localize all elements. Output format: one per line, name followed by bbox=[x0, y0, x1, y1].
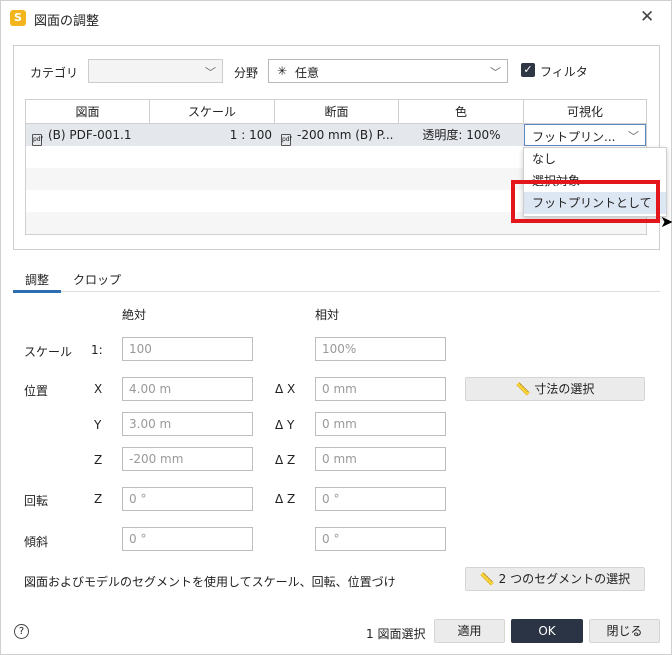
select-dimension-label: 寸法の選択 bbox=[534, 382, 595, 396]
relative-header: 相対 bbox=[315, 308, 340, 322]
dz-label: Δ Z bbox=[275, 453, 296, 467]
category-label: カテゴリ bbox=[30, 66, 79, 80]
close-icon[interactable]: ✕ bbox=[640, 7, 654, 27]
pdf-file-icon: pdf bbox=[281, 134, 292, 146]
position-label: 位置 bbox=[24, 384, 49, 398]
column-header-drawing[interactable]: 図面 bbox=[26, 100, 150, 124]
tilt-relative-input[interactable]: 0 ° bbox=[315, 527, 446, 551]
x-relative-input[interactable]: 0 mm bbox=[315, 377, 446, 401]
tab-active-indicator bbox=[13, 290, 61, 293]
absolute-header: 絶対 bbox=[122, 308, 147, 322]
visualization-value: フットプリン... bbox=[532, 130, 616, 144]
column-header-visualization[interactable]: 可視化 bbox=[524, 100, 646, 124]
rotation-label: 回転 bbox=[24, 494, 49, 508]
row-section-value: -200 mm (B) P... bbox=[297, 128, 394, 142]
field-value: 任意 bbox=[295, 66, 320, 80]
row-drawing-name: (B) PDF-001.1 bbox=[48, 128, 132, 142]
z-label: Z bbox=[94, 453, 103, 467]
tilt-absolute-input[interactable]: 0 ° bbox=[122, 527, 253, 551]
x-label: X bbox=[94, 382, 103, 396]
visualization-select[interactable]: フットプリン... ﹀ bbox=[524, 124, 646, 146]
column-header-section[interactable]: 断面 bbox=[275, 100, 399, 124]
z-relative-input[interactable]: 0 mm bbox=[315, 447, 446, 471]
rotation-dz-label: Δ Z bbox=[275, 492, 296, 506]
select-two-segments-button[interactable]: 📏 2 つのセグメントの選択 bbox=[465, 567, 645, 591]
filter-label: フィルタ bbox=[540, 65, 588, 79]
tab-adjust[interactable]: 調整 bbox=[25, 271, 49, 288]
ruler-icon: 📏 bbox=[479, 572, 495, 586]
z-absolute-input[interactable]: -200 mm bbox=[122, 447, 253, 471]
close-button[interactable]: 閉じる bbox=[589, 619, 660, 643]
adjust-drawing-dialog: S 図面の調整 ✕ カテゴリ ﹀ 分野 ✳ 任意 ﹀ ✓ フィルタ 図面 スケー… bbox=[0, 0, 672, 655]
chevron-down-icon: ﹀ bbox=[205, 66, 216, 79]
mouse-cursor-icon: ➤ bbox=[660, 212, 672, 231]
dy-label: Δ Y bbox=[275, 418, 295, 432]
app-logo-icon: S bbox=[10, 10, 26, 26]
x-absolute-input[interactable]: 4.00 m bbox=[122, 377, 253, 401]
select-two-segments-label: 2 つのセグメントの選択 bbox=[498, 572, 631, 586]
scale-label: スケール bbox=[24, 345, 73, 359]
ok-button[interactable]: OK bbox=[511, 619, 583, 643]
field-label: 分野 bbox=[234, 66, 259, 80]
table-row[interactable]: pdf (B) PDF-001.1 1 : 100 pdf -200 mm (B) … bbox=[26, 124, 646, 146]
scale-prefix: 1: bbox=[91, 343, 103, 357]
dialog-title: 図面の調整 bbox=[34, 14, 100, 29]
asterisk-icon: ✳ bbox=[277, 64, 288, 78]
dx-label: Δ X bbox=[275, 382, 296, 396]
chevron-down-icon: ﹀ bbox=[490, 66, 501, 79]
y-relative-input[interactable]: 0 mm bbox=[315, 412, 446, 436]
scale-relative-input[interactable]: 100% bbox=[315, 337, 446, 361]
chevron-down-icon: ﹀ bbox=[628, 130, 639, 143]
select-dimension-button[interactable]: 📏 寸法の選択 bbox=[465, 377, 645, 401]
filter-checkbox[interactable]: ✓ bbox=[521, 63, 535, 77]
column-header-scale[interactable]: スケール bbox=[150, 100, 275, 124]
rotation-z-label: Z bbox=[94, 492, 103, 506]
y-label: Y bbox=[94, 418, 102, 432]
ruler-icon: 📏 bbox=[515, 382, 531, 396]
selection-count: 1 図面選択 bbox=[366, 627, 426, 641]
segment-note: 図面およびモデルのセグメントを使用してスケール、回転、位置づけ bbox=[24, 575, 396, 589]
tab-divider bbox=[13, 291, 660, 292]
highlight-box bbox=[511, 180, 660, 223]
y-absolute-input[interactable]: 3.00 m bbox=[122, 412, 253, 436]
field-select[interactable]: ✳ 任意 ﹀ bbox=[268, 59, 508, 83]
row-scale: 1 : 100 bbox=[229, 128, 272, 142]
row-drawing: pdf (B) PDF-001.1 bbox=[32, 124, 150, 146]
row-section: pdf -200 mm (B) P... bbox=[281, 124, 399, 146]
help-icon[interactable]: ? bbox=[14, 624, 29, 639]
column-header-color[interactable]: 色 bbox=[399, 100, 524, 124]
dropdown-option-none[interactable]: なし bbox=[524, 148, 666, 170]
scale-absolute-input[interactable]: 100 bbox=[122, 337, 253, 361]
apply-button[interactable]: 適用 bbox=[434, 619, 505, 643]
category-select[interactable]: ﹀ bbox=[88, 59, 223, 83]
tilt-label: 傾斜 bbox=[24, 535, 49, 549]
pdf-file-icon: pdf bbox=[32, 134, 43, 146]
rotation-absolute-input[interactable]: 0 ° bbox=[122, 487, 253, 511]
tab-crop[interactable]: クロップ bbox=[73, 271, 121, 288]
rotation-relative-input[interactable]: 0 ° bbox=[315, 487, 446, 511]
row-color: 透明度: 100% bbox=[422, 128, 501, 142]
